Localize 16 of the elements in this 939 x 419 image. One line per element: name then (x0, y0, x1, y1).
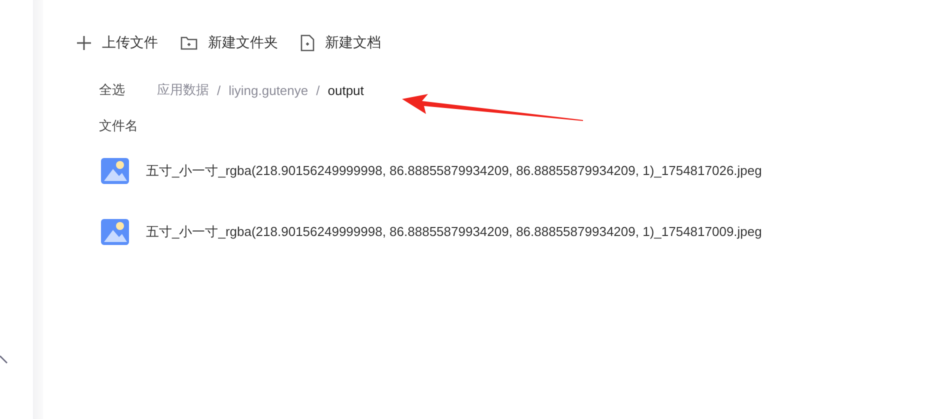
image-file-icon (101, 158, 129, 184)
new-folder-button[interactable]: 新建文件夹 (180, 34, 278, 52)
breadcrumb-separator: / (217, 82, 221, 98)
image-file-icon (101, 218, 129, 244)
column-header: 文件名 (99, 117, 138, 135)
breadcrumb-item[interactable]: output (328, 82, 364, 98)
document-icon (300, 34, 315, 52)
chevron-icon[interactable] (0, 355, 8, 364)
upload-button[interactable]: 上传文件 (76, 34, 158, 52)
plus-icon (76, 35, 92, 51)
new-document-button[interactable]: 新建文档 (300, 34, 381, 52)
file-name[interactable]: 五寸_小一寸_rgba(218.90156249999998, 86.88855879934209, 86.88855879934209, 1)_1754817026.jpeg (146, 162, 762, 180)
folder-icon (180, 35, 198, 51)
breadcrumb-separator: / (316, 82, 320, 98)
select-all-link[interactable]: 全选 (99, 81, 125, 99)
file-name[interactable]: 五寸_小一寸_rgba(218.90156249999998, 86.88855879934209, 86.88855879934209, 1)_1754817009.jpeg (146, 222, 762, 240)
